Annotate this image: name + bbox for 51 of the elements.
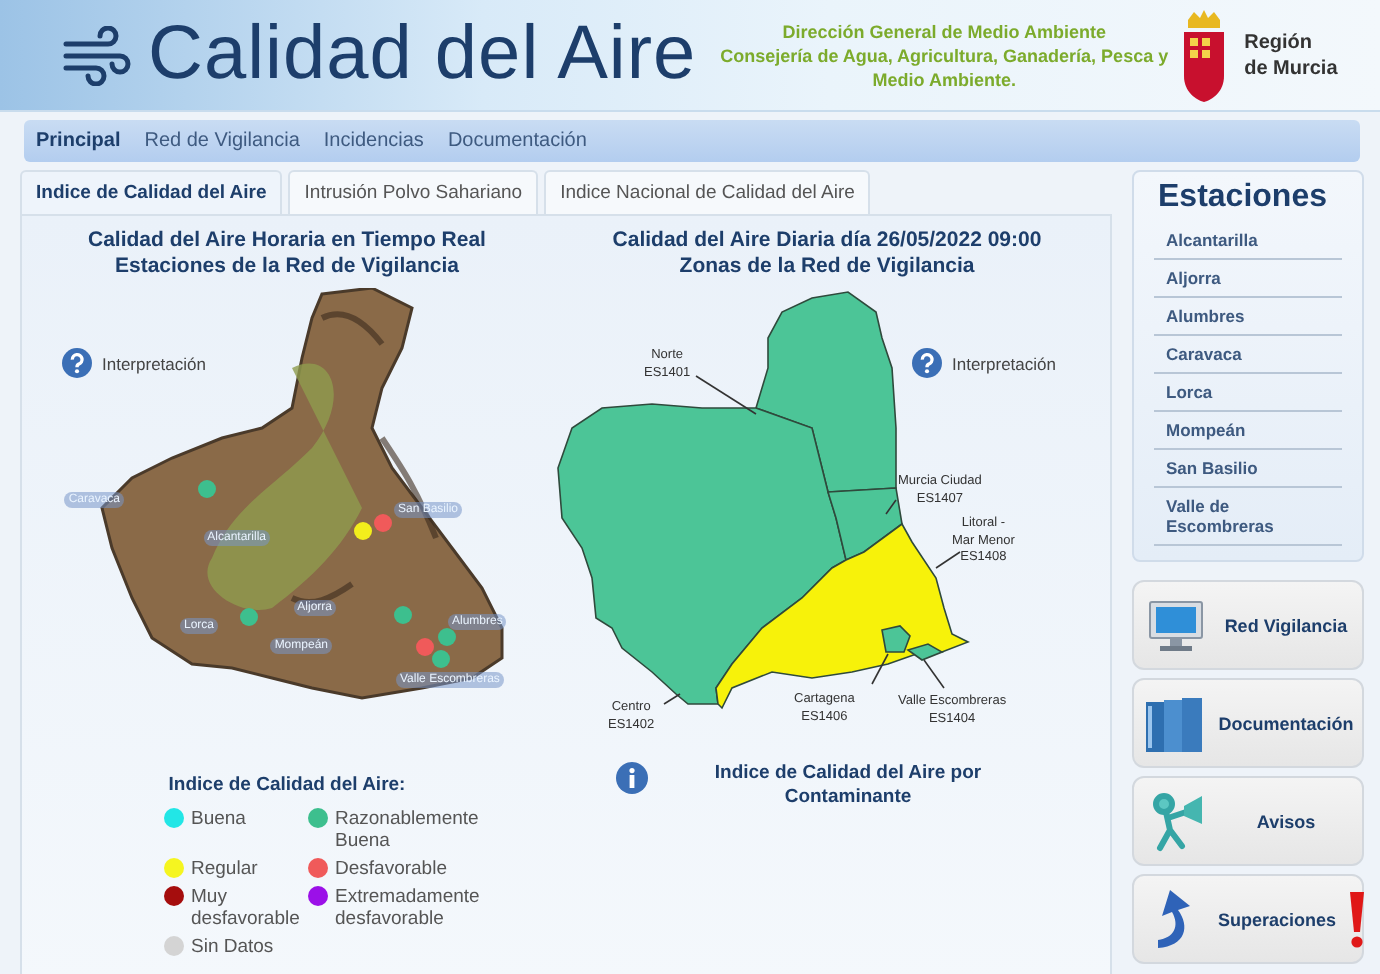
help-icon (62, 348, 92, 378)
help-link[interactable]: Interpretación (62, 348, 206, 378)
leader-line (923, 659, 945, 689)
region-name: Región de Murcia (1244, 29, 1338, 81)
zone-area[interactable] (881, 625, 911, 653)
help-icon (912, 348, 942, 378)
site-title: Calidad del Aire (148, 12, 697, 98)
department-text: Dirección General de Medio Ambiente Consejería de Agua, Agricultura, Ganadería, Pesca y Medio Ambiente. (720, 19, 1169, 91)
nav-button[interactable]: Documentación (1132, 678, 1364, 768)
help-link[interactable]: Interpretación (912, 348, 1056, 378)
leader-line (935, 551, 961, 569)
zone-area[interactable] (906, 643, 944, 661)
station-link[interactable]: Caravaca (1154, 336, 1342, 374)
legend-label: Buena (191, 808, 246, 830)
legend-label: Muy desfavorable (191, 886, 302, 930)
legend-label: Regular (191, 858, 258, 880)
nav-button[interactable]: Superaciones (1132, 874, 1364, 964)
zone-area[interactable] (826, 487, 903, 562)
tab[interactable]: Indice Nacional de Calidad del Aire (544, 170, 871, 214)
station-link[interactable]: Alumbres (1154, 298, 1342, 336)
nav-link[interactable]: Principal (36, 130, 121, 152)
station-link[interactable]: Aljorra (1154, 260, 1342, 298)
station-link[interactable]: Valle de Escombreras (1154, 488, 1342, 546)
pollutant-index-link[interactable]: Indice de Calidad del Aire por Contaminante (658, 762, 1038, 810)
legend-label: Razonablemente Buena (335, 808, 481, 852)
coat-of-arms-icon (1180, 7, 1229, 103)
nav-link[interactable]: Documentación (447, 130, 587, 152)
map-title: Calidad del Aire Horaria en Tiempo Real Estaciones de la Red de Vigilancia (88, 228, 486, 280)
nav-button[interactable]: Red Vigilancia (1132, 580, 1364, 670)
station-link[interactable]: Alcantarilla (1154, 222, 1342, 260)
exclamation-icon (1344, 889, 1369, 949)
nav-link[interactable]: Red de Vigilancia (144, 130, 300, 152)
info-icon (616, 762, 648, 794)
nav-link[interactable]: Incidencias (323, 130, 424, 152)
tab[interactable]: Indice de Calidad del Aire (20, 170, 283, 214)
station-link[interactable]: Lorca (1154, 374, 1342, 412)
legend-label: Desfavorable (335, 858, 447, 880)
wind-icon (60, 25, 132, 85)
leader-line (663, 693, 681, 705)
legend-title: Indice de Calidad del Aire: (168, 774, 406, 796)
station-link[interactable]: San Basilio (1154, 450, 1342, 488)
station-link[interactable]: Mompeán (1154, 412, 1342, 450)
legend-label: Sin Datos (191, 936, 274, 958)
tab[interactable]: Intrusión Polvo Sahariano (288, 170, 539, 214)
leader-line (695, 375, 757, 415)
map-title: Calidad del Aire Diaria día 26/05/2022 09:00 Zonas de la Red de Vigilancia (612, 228, 1042, 280)
nav-button[interactable]: Avisos (1132, 776, 1364, 866)
legend-label: Extremadamente desfavorable (335, 886, 482, 930)
stations-heading: Estaciones (1156, 180, 1329, 216)
leader-line (871, 653, 889, 685)
leader-line (885, 499, 897, 515)
